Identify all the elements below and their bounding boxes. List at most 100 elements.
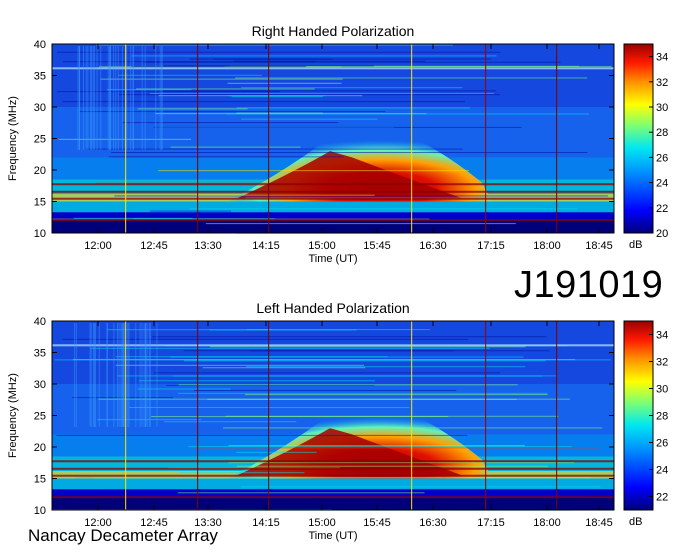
colorbar-tick-label: 30	[656, 384, 668, 396]
x-tick-label: 13:30	[194, 240, 222, 252]
chart-title: Right Handed Polarization	[252, 23, 415, 39]
colorbar-tick-label: 34	[656, 330, 668, 342]
rfi-streak	[121, 323, 123, 427]
colorbar-tick-label: 22	[656, 203, 668, 215]
rfi-line	[228, 462, 575, 464]
rfi-line	[194, 447, 599, 449]
rfi-streak	[149, 323, 151, 427]
rfi-streak	[75, 323, 77, 427]
y-tick-label: 15	[34, 197, 46, 209]
colorbar-tick-label: 22	[656, 492, 668, 504]
rfi-line	[138, 380, 375, 382]
rfi-line	[227, 82, 342, 84]
rfi-streak	[135, 323, 137, 427]
rfi-line	[154, 372, 501, 374]
rfi-streak	[113, 46, 115, 150]
rfi-streak	[100, 46, 102, 150]
chart-panel-2: Left Handed Polarization 10 15 20 25 30 35 40 Fr…	[7, 300, 668, 542]
rfi-line	[241, 118, 378, 120]
x-tick-label: 14:15	[252, 240, 280, 252]
rfi-streak	[77, 46, 79, 150]
chart-panel-1: Right Handed Polarization 10 15 20 25 30 35 40 F…	[7, 23, 668, 265]
rfi-line	[96, 44, 453, 46]
x-tick-label: 18:45	[585, 517, 613, 529]
rfi-streak	[141, 46, 143, 150]
rfi-streak	[89, 323, 91, 427]
x-tick-label: 14:15	[252, 517, 280, 529]
colorbar-label: dB	[629, 239, 642, 251]
rfi-vertical-line	[485, 321, 487, 510]
rfi-streak	[118, 323, 120, 427]
x-tick-label: 17:15	[477, 240, 505, 252]
rfi-line	[131, 55, 497, 57]
x-tick-label: 17:15	[477, 517, 505, 529]
rfi-streak	[145, 323, 147, 427]
rfi-vertical-line	[485, 44, 487, 233]
rfi-streak	[116, 323, 118, 427]
rfi-streak	[106, 323, 108, 427]
rfi-line	[152, 336, 547, 338]
rfi-streak	[146, 323, 148, 427]
x-tick-label: 18:45	[585, 240, 613, 252]
colorbar-tick-label: 26	[656, 152, 668, 164]
rfi-band-36mhz	[52, 67, 614, 70]
rfi-line	[137, 388, 231, 390]
rfi-line	[118, 74, 262, 76]
colorbar-tick-label: 28	[656, 411, 668, 423]
rfi-line	[153, 126, 522, 128]
rfi-streak	[148, 323, 150, 427]
rfi-line-strong	[52, 460, 614, 463]
y-tick-label: 10	[34, 228, 46, 240]
rfi-line	[170, 146, 301, 148]
rfi-line	[115, 356, 388, 358]
x-tick-label: 18:00	[533, 240, 561, 252]
rfi-streak	[107, 46, 109, 150]
rfi-vertical-line	[197, 321, 199, 510]
colorbar-tick-label: 20	[656, 228, 668, 240]
x-tick-label: 16:30	[419, 240, 447, 252]
rfi-line	[226, 113, 589, 115]
rfi-line	[107, 329, 272, 331]
observation-id: J191019	[514, 264, 664, 306]
rfi-line	[205, 223, 516, 225]
rfi-line	[73, 217, 193, 219]
rfi-streak	[144, 46, 146, 150]
rfi-streak	[128, 323, 130, 427]
y-tick-label: 25	[34, 411, 46, 423]
rfi-line	[149, 210, 231, 212]
rfi-line	[131, 66, 307, 68]
rfi-line	[179, 472, 305, 474]
rfi-vertical-line	[268, 44, 270, 233]
rfi-streak	[74, 323, 76, 427]
rfi-line	[207, 398, 517, 400]
rfi-line	[225, 415, 559, 417]
rfi-streak	[161, 46, 163, 150]
colorbar-tick-label: 28	[656, 127, 668, 139]
rfi-line	[183, 360, 546, 362]
rfi-streak	[94, 323, 96, 427]
frequency-band	[52, 201, 614, 213]
rfi-streak	[82, 46, 84, 150]
y-tick-label: 40	[34, 39, 46, 51]
rfi-line-strong	[52, 474, 614, 477]
rfi-streak	[115, 46, 117, 150]
rfi-streak	[123, 323, 125, 427]
x-tick-label: 15:00	[308, 240, 336, 252]
rfi-streak	[92, 323, 94, 427]
rfi-vertical-line	[125, 44, 127, 233]
y-tick-label: 30	[34, 379, 46, 391]
rfi-line	[115, 364, 364, 366]
colorbar-label: dB	[629, 516, 642, 528]
rfi-line	[236, 112, 323, 114]
rfi-vertical-line	[411, 321, 413, 510]
chart-title: Left Handed Polarization	[256, 300, 409, 316]
rfi-line-strong	[52, 467, 614, 470]
y-tick-label: 25	[34, 134, 46, 146]
colorbar-tick-label: 32	[656, 77, 668, 89]
x-tick-label: 15:00	[308, 517, 336, 529]
x-axis-label: Time (UT)	[308, 530, 357, 542]
colorbar-tick-label: 32	[656, 357, 668, 369]
rfi-streak	[122, 46, 124, 150]
rfi-streak	[143, 323, 145, 427]
x-tick-label: 15:45	[363, 240, 391, 252]
